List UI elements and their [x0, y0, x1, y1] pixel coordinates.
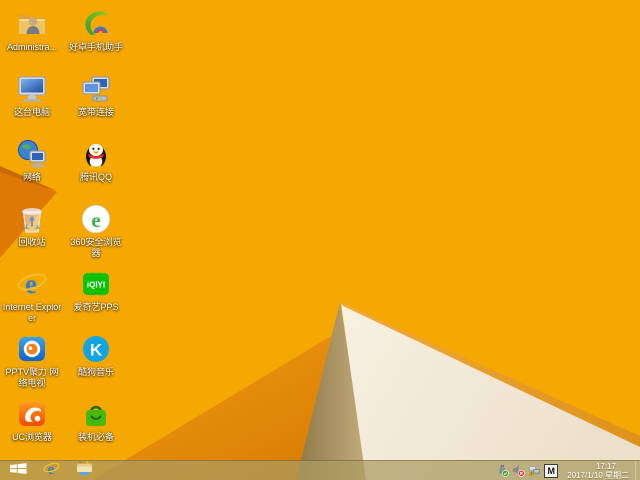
svg-text:iQIYI: iQIYI [87, 281, 105, 290]
desktop-icon-qq[interactable]: 腾讯QQ [66, 138, 126, 183]
desktop-icon-this-pc[interactable]: 这台电脑 [2, 73, 62, 118]
taskbar: e M 17:17 2017/1/10 星期二 [0, 460, 640, 480]
desktop-icon-label: 装机必备 [77, 432, 114, 442]
taskbar-clock[interactable]: 17:17 2017/1/10 星期二 [567, 462, 629, 480]
system-tray: M 17:17 2017/1/10 星期二 [496, 460, 640, 480]
desktop-icon-label: 好卓手机助手 [68, 42, 123, 52]
iqiyi-pps-icon: iQIYI [80, 268, 112, 300]
network-globe-icon [16, 138, 48, 170]
svg-text:e: e [25, 269, 37, 299]
network-warning-icon[interactable] [528, 464, 541, 477]
desktop-icon-360-browser[interactable]: e 360安全浏览器 [66, 203, 126, 259]
desktop-icon-label: UC浏览器 [12, 432, 52, 442]
desktop-icon-label: 爱奇艺PPS [73, 302, 119, 312]
desktop-icon-label: 回收站 [18, 237, 46, 247]
desktop-icon-iqiyi[interactable]: iQIYI 爱奇艺PPS [66, 268, 126, 313]
user-folder-icon [16, 8, 48, 40]
desktop-icon-label: Administra... [6, 42, 57, 52]
desktop-icon-label: 360安全浏览器 [70, 237, 122, 258]
desktop-icon-label: Internet Explorer [2, 302, 62, 323]
internet-explorer-icon: e [42, 460, 60, 480]
desktop-icon-label: PPTV聚力 网络电视 [5, 367, 59, 388]
uc-browser-icon [16, 398, 48, 430]
internet-explorer-icon: e [16, 268, 48, 300]
ime-indicator[interactable]: M [544, 463, 559, 478]
desktop: Administra... 这台电脑 网络 回收站 e Internet Exp… [0, 0, 640, 480]
clock-date: 2017/1/10 星期二 [567, 470, 629, 480]
show-desktop-button[interactable] [635, 460, 640, 480]
volume-muted-icon[interactable] [512, 464, 525, 477]
desktop-icon-administrator[interactable]: Administra... [2, 8, 62, 53]
desktop-icon-label: 网络 [22, 172, 41, 182]
desktop-icon-label: 腾讯QQ [79, 172, 112, 182]
desktop-icon-haozhuo-assistant[interactable]: 好卓手机助手 [66, 8, 126, 53]
desktop-icon-software-bundle[interactable]: 装机必备 [66, 398, 126, 443]
this-pc-icon [16, 73, 48, 105]
haozhuo-assistant-icon [80, 8, 112, 40]
desktop-icon-uc-browser[interactable]: UC浏览器 [2, 398, 62, 443]
desktop-icon-recycle-bin[interactable]: 回收站 [2, 203, 62, 248]
taskbar-ie-button[interactable]: e [37, 461, 65, 480]
windows-start-icon [9, 462, 27, 480]
360-browser-icon: e [80, 203, 112, 235]
desktop-icon-broadband[interactable]: 宽带连接 [66, 73, 126, 118]
clock-time: 17:17 [595, 461, 616, 471]
desktop-icon-network[interactable]: 网络 [2, 138, 62, 183]
kugou-music-icon: K [80, 333, 112, 365]
desktop-icon-pptv[interactable]: PPTV聚力 网络电视 [2, 333, 62, 389]
desktop-icon-label: 宽带连接 [77, 107, 114, 117]
desktop-icon-internet-explorer[interactable]: e Internet Explorer [2, 268, 62, 324]
software-bundle-icon [80, 398, 112, 430]
tencent-qq-icon [80, 138, 112, 170]
broadband-connection-icon [80, 73, 112, 105]
recycle-bin-icon [16, 203, 48, 235]
svg-text:K: K [90, 341, 103, 360]
start-button[interactable] [4, 461, 32, 480]
desktop-icon-label: 这台电脑 [13, 107, 50, 117]
desktop-icon-kugou[interactable]: K 酷狗音乐 [66, 333, 126, 378]
svg-text:e: e [91, 208, 100, 232]
usb-safely-remove-icon[interactable] [496, 464, 509, 477]
pptv-icon [16, 333, 48, 365]
file-explorer-icon [76, 461, 93, 480]
desktop-icon-label: 酷狗音乐 [77, 367, 114, 377]
taskbar-explorer-button[interactable] [70, 461, 98, 480]
